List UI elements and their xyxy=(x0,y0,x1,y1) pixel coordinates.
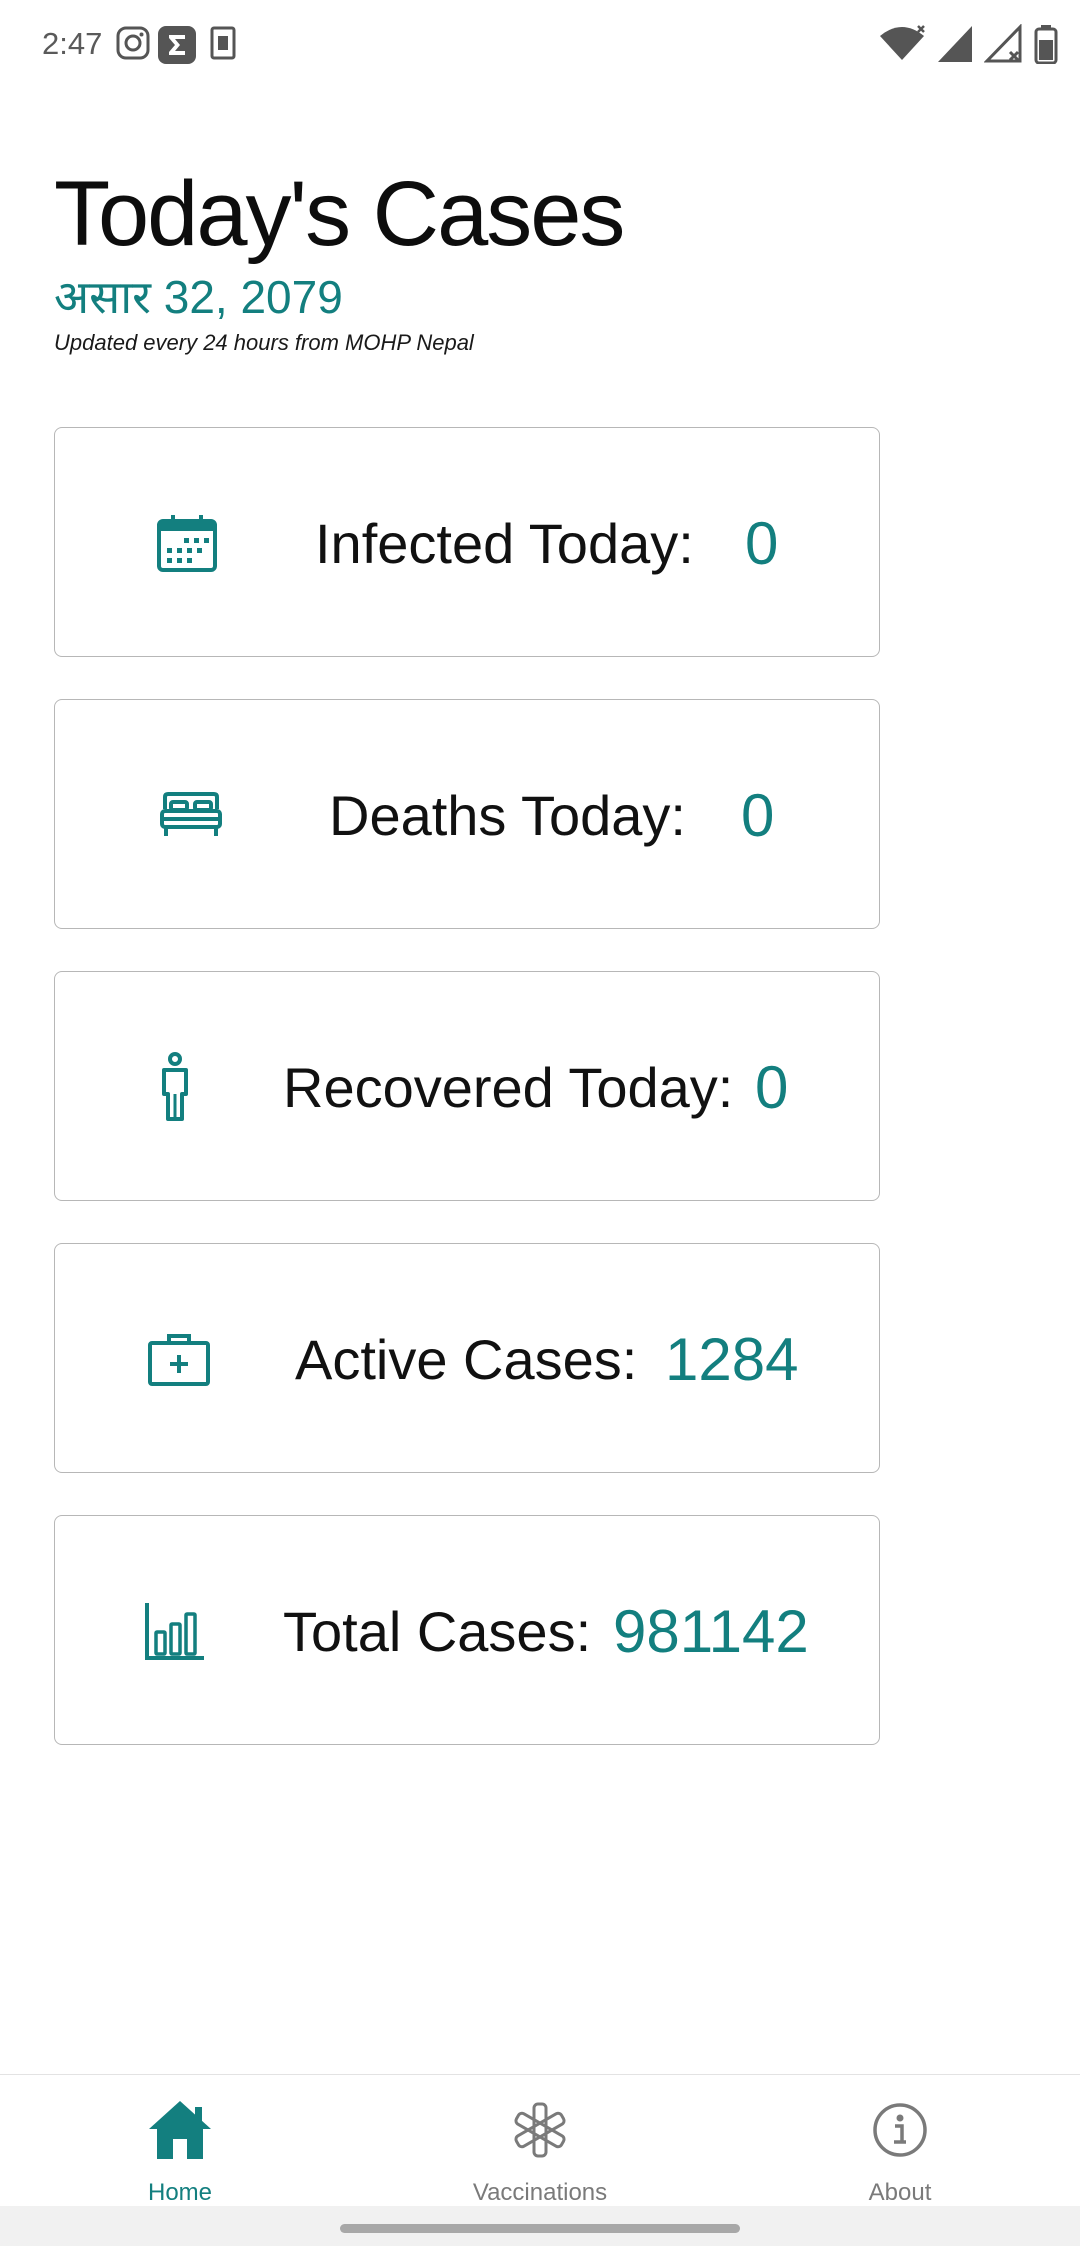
recovered-today-value: 0 xyxy=(755,1053,789,1121)
infected-today-label: Infected Today: xyxy=(315,511,694,575)
info-icon xyxy=(865,2095,935,2165)
total-cases-value: 981142 xyxy=(613,1597,809,1665)
asterisk-icon xyxy=(505,2095,575,2165)
recovered-today-card: Recovered Today: 0 xyxy=(54,971,880,1201)
active-cases-card: Active Cases: 1284 xyxy=(54,1243,880,1473)
page-subtitle: Updated every 24 hours from MOHP Nepal xyxy=(54,330,474,355)
active-cases-label: Active Cases: xyxy=(295,1327,638,1391)
deaths-today-card: Deaths Today: 0 xyxy=(54,699,880,929)
deaths-today-value: 0 xyxy=(741,781,775,849)
sim-card-icon xyxy=(208,26,242,60)
medical-kit-icon xyxy=(139,1244,219,1474)
nav-vaccinations-label: Vaccinations xyxy=(472,2179,608,2206)
wifi-icon xyxy=(878,24,926,69)
instagram-icon xyxy=(116,26,150,60)
battery-icon xyxy=(1034,24,1058,69)
calendar-icon xyxy=(147,428,227,658)
signal-off-icon xyxy=(983,22,1024,69)
status-bar: 2:47 xyxy=(0,0,1080,92)
sigma-icon xyxy=(158,26,196,64)
page-title: Today's Cases xyxy=(54,163,625,265)
home-icon xyxy=(145,2095,215,2165)
total-cases-label: Total Cases: xyxy=(283,1599,592,1663)
status-time: 2:47 xyxy=(42,26,103,61)
nav-home-label: Home xyxy=(147,2179,213,2206)
bar-chart-icon xyxy=(135,1516,215,1746)
deaths-today-label: Deaths Today: xyxy=(329,783,686,847)
active-cases-value: 1284 xyxy=(665,1325,799,1393)
recovered-today-label: Recovered Today: xyxy=(283,1055,734,1119)
page-date: असार 32, 2079 xyxy=(54,271,343,323)
person-icon xyxy=(135,972,215,1202)
signal-icon xyxy=(936,24,974,69)
bed-icon xyxy=(151,700,231,930)
infected-today-value: 0 xyxy=(745,509,779,577)
infected-today-card: Infected Today: 0 xyxy=(54,427,880,657)
total-cases-card: Total Cases: 981142 xyxy=(54,1515,880,1745)
gesture-handle[interactable] xyxy=(340,2224,740,2233)
nav-about-label: About xyxy=(868,2179,932,2206)
